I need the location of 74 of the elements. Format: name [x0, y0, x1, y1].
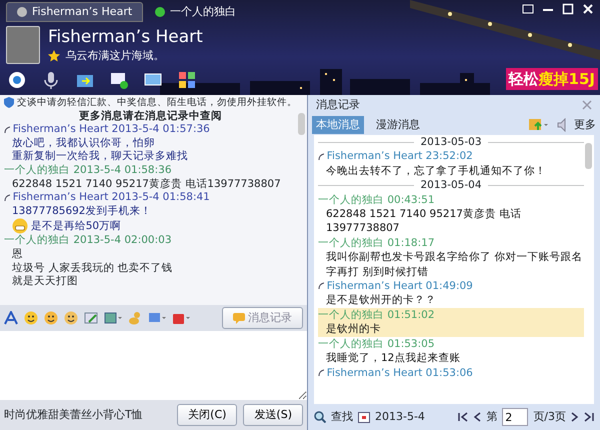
more-label: 更多	[574, 116, 596, 133]
history-tab[interactable]: 漫游消息	[372, 116, 424, 134]
message-text: 622848 1521 7140 95217黄彦贵 电话13977738807	[12, 178, 281, 192]
message-text: 恩	[12, 248, 23, 262]
date-divider: 2013-05-04	[420, 178, 482, 193]
avatar-photo[interactable]	[6, 26, 40, 64]
sender-line: 一个人的独白 01:53:05	[318, 336, 434, 352]
scrollbar[interactable]	[585, 143, 592, 169]
maximize-icon[interactable]	[562, 3, 574, 15]
more-menu[interactable]: 更多	[557, 116, 596, 134]
next-page-icon[interactable]	[571, 412, 579, 422]
sender-line: Fisherman’s Heart 01:53:06	[326, 366, 473, 380]
shield-icon	[4, 97, 14, 108]
ad-banner[interactable]: 轻松瘦掉15J	[506, 68, 598, 90]
search-icon[interactable]	[314, 411, 326, 423]
chat-bubble-icon	[233, 312, 246, 324]
message-text: 是钦州的卡	[325, 322, 382, 337]
send-button[interactable]: 发送(S)	[243, 404, 303, 426]
grin-emoji-icon	[12, 218, 28, 234]
microphone-icon[interactable]	[42, 70, 60, 88]
date-divider: 2013-05-03	[420, 135, 482, 150]
message-text: 是不是再给50万啊	[30, 220, 122, 234]
history-hint: 更多消息请在消息记录中查阅	[78, 110, 223, 124]
smiley-icon[interactable]	[24, 311, 38, 325]
sender-line: Fisherman’s Heart 2013-5-4 01:57:36	[12, 123, 210, 137]
notice-text: 交谈中请勿轻信汇款、中奖信息、陌生电话，勿使用外挂软件。	[16, 96, 297, 110]
message-text: 我叫你副帮也发卡号跟名字给你了 你对一下账号跟名字再打 别到时候打错	[325, 250, 584, 280]
message-add-icon[interactable]	[110, 70, 128, 88]
chat-tab[interactable]: 一个人的独白	[145, 2, 246, 22]
page-field[interactable]: 2	[502, 408, 528, 426]
profile-name: Fisherman’s Heart	[48, 26, 203, 48]
image-icon[interactable]	[104, 311, 122, 325]
emoji-icon[interactable]	[64, 311, 78, 325]
message-text: 重新复制一次给我，聊天记录多难找	[12, 150, 188, 164]
screen-share-icon[interactable]	[144, 70, 162, 88]
last-page-icon[interactable]	[584, 412, 594, 422]
font-icon[interactable]	[4, 311, 18, 325]
close-button[interactable]: 关闭(C)	[177, 404, 238, 426]
first-page-icon[interactable]	[458, 412, 468, 422]
message-text: 就是天天打图	[12, 275, 78, 289]
selected-message[interactable]: 一个人的独白 01:51:02 是钦州的卡	[318, 308, 584, 337]
camera-icon[interactable]	[8, 70, 26, 88]
ad-link[interactable]: 时尚优雅甜美蕾丝小背心T恤	[4, 406, 143, 424]
message-text: 垃圾号 人家丢我玩的 也卖不了钱	[12, 262, 173, 275]
star-icon	[48, 50, 60, 62]
sender-line: Fisherman’s Heart 2013-5-4 01:58:41	[12, 191, 210, 205]
sender-line: Fisherman’s Heart 23:52:02	[326, 149, 473, 164]
message-text: 13877785692发到手机来！	[12, 204, 152, 218]
message-text: 是不是钦州开的卡？？	[325, 293, 437, 308]
message-text: 今晚出去转不了，忘了拿了手机通知不了你！	[325, 164, 547, 178]
apps-icon[interactable]	[178, 70, 196, 88]
scrollbar[interactable]	[298, 113, 305, 135]
page-total: 页/3页	[533, 408, 566, 425]
window-icon[interactable]	[522, 3, 534, 15]
screenshot-icon[interactable]	[84, 311, 98, 325]
page-prefix: 第	[486, 408, 498, 425]
sender-line: 一个人的独白 2013-5-4 02:00:03	[4, 234, 172, 248]
panel-title: 消息记录	[316, 96, 360, 113]
message-text: 622848 1521 7140 95217黄彦贵 电话13977738807	[325, 207, 522, 236]
sender-line: 一个人的独白 01:18:17	[318, 236, 434, 250]
message-input[interactable]	[0, 331, 307, 400]
sender-line: 一个人的独白 01:51:02	[318, 308, 434, 322]
previous-page-icon[interactable]	[473, 412, 482, 422]
sender-line: Fisherman’s Heart 01:49:09	[326, 279, 473, 294]
calendar-icon[interactable]	[358, 411, 370, 423]
message-text: 放心吧，我都认识你哥，怕卵	[12, 136, 155, 150]
sender-line: 一个人的独白 00:43:51	[318, 192, 434, 208]
find-label[interactable]: 查找	[331, 408, 353, 426]
face-icon[interactable]	[44, 311, 58, 325]
date-text: 2013-5-4	[375, 408, 425, 425]
signature-text: 乌云布满这片海域。	[66, 48, 164, 64]
chat-tab[interactable]: Fisherman’s Heart	[6, 2, 144, 22]
sender-line: 一个人的独白 2013-5-4 01:58:36	[4, 164, 172, 178]
message-text: 我睡觉了，12点我起来查账	[325, 351, 462, 366]
